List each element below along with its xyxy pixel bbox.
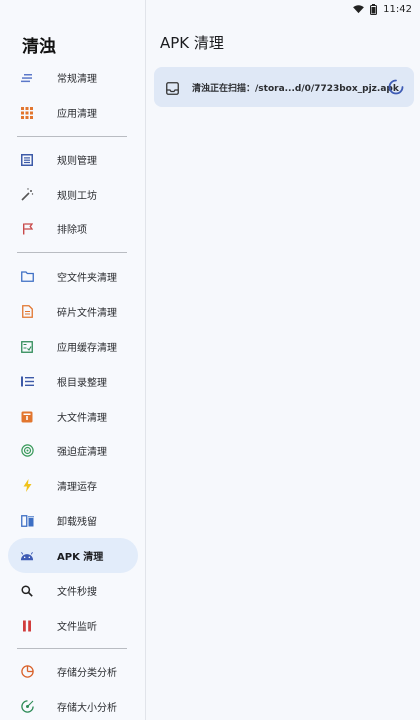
nav-label: APK 清理 [57,552,104,563]
nav-label: 常规清理 [57,74,97,85]
list-doc-icon [20,153,34,167]
inbox-icon [166,80,179,99]
nav-item-memory-clean[interactable]: 清理运存 [8,468,138,503]
nav-label: 大文件清理 [57,413,107,424]
nav-item-root-dir-organize[interactable]: 根目录整理 [8,364,138,399]
app-title: 清浊 [22,37,56,57]
status-bar: 11:42 [0,0,420,18]
nav-label: 碎片文件清理 [57,308,117,319]
search-icon [20,584,34,598]
nav-item-storage-size-analysis[interactable]: 存储大小分析 [8,689,138,720]
nav-label: 文件秒搜 [57,587,97,598]
nav-label: 根目录整理 [57,378,107,389]
radar-icon [20,444,34,458]
wifi-icon [353,4,365,14]
status-time: 11:42 [383,3,412,15]
nav-label: 强迫症清理 [57,447,107,458]
lightning-icon [20,479,34,493]
page-title: APK 清理 [160,34,224,52]
scan-status-text: 清浊正在扫描：/stora...d/0/7723box_pjz.apk [192,84,399,94]
magic-wand-icon [20,188,34,202]
lines-icon [20,71,34,85]
nav-item-storage-category-analysis[interactable]: 存储分类分析 [8,654,138,689]
nav-item-empty-folder-clean[interactable]: 空文件夹清理 [8,259,138,294]
nav-label: 清理运存 [57,482,97,493]
divider [17,136,127,137]
nav-label: 卸载残留 [57,517,97,528]
nav-label: 应用缓存清理 [57,343,117,354]
pause-icon [20,619,34,633]
nav-item-ocd-clean[interactable]: 强迫症清理 [8,433,138,468]
nav-item-app-clean[interactable]: 应用清理 [8,95,138,130]
nav-item-rule-workshop[interactable]: 规则工坊 [8,177,138,212]
checklist-icon [20,340,34,354]
divider [17,252,127,253]
nav-label: 文件监听 [57,622,97,633]
target-icon [20,700,34,714]
nav-item-uninstall-residue[interactable]: 卸载残留 [8,503,138,538]
nav-label: 应用清理 [57,109,97,120]
archive-box-icon [20,410,34,424]
nav-label: 规则工坊 [57,191,97,202]
nav-item-file-monitor[interactable]: 文件监听 [8,608,138,643]
nav-label: 存储大小分析 [57,703,117,714]
nav-item-apk-clean[interactable]: APK 清理 [8,538,138,573]
divider [17,648,127,649]
nav-label: 空文件夹清理 [57,273,117,284]
nav-label: 排除项 [57,225,87,236]
navigation-drawer: 清浊 常规清理 应用清理 规则管理 规则工坊 排除项 空文件夹清理 碎片文件清理… [0,0,146,720]
nav-label: 存储分类分析 [57,668,117,679]
flag-icon [20,222,34,236]
document-icon [20,305,34,319]
nav-item-large-file-clean[interactable]: 大文件清理 [8,399,138,434]
apps-grid-icon [20,106,34,120]
android-icon [20,549,34,563]
nav-label: 规则管理 [57,156,97,167]
nav-item-regular-clean[interactable]: 常规清理 [8,60,138,95]
battery-icon [370,3,378,15]
nav-item-file-quick-search[interactable]: 文件秒搜 [8,573,138,608]
nav-item-rule-manage[interactable]: 规则管理 [8,142,138,177]
scan-status-card: 清浊正在扫描：/stora...d/0/7723box_pjz.apk [154,67,414,107]
pie-chart-icon [20,665,34,679]
nav-item-fragment-file-clean[interactable]: 碎片文件清理 [8,294,138,329]
loading-spinner-icon [388,79,404,99]
nav-item-app-cache-clean[interactable]: 应用缓存清理 [8,329,138,364]
folder-icon [20,270,34,284]
uninstall-icon [20,514,34,528]
nav-item-exclusions[interactable]: 排除项 [8,211,138,246]
sort-list-icon [20,375,34,389]
